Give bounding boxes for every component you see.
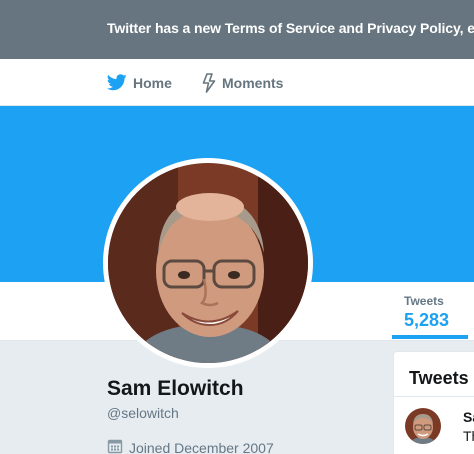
tweets-timeline-card: Tweets Sa Th xyxy=(393,351,474,454)
active-tab-indicator xyxy=(392,335,468,339)
avatar-photo xyxy=(108,163,308,363)
tos-banner[interactable]: Twitter has a new Terms of Service and P… xyxy=(0,0,474,59)
nav-home-label: Home xyxy=(133,74,172,91)
tweets-stat[interactable]: Tweets 5,283 xyxy=(404,294,462,331)
joined-date: Joined December 2007 xyxy=(107,438,274,454)
joined-date-text: Joined December 2007 xyxy=(129,439,274,454)
tweets-timeline-title: Tweets xyxy=(409,368,469,388)
tweets-stat-label: Tweets xyxy=(404,294,444,308)
tos-banner-text[interactable]: Twitter has a new Terms of Service and P… xyxy=(107,20,474,36)
top-nav: Home Moments xyxy=(0,59,474,106)
lightning-icon xyxy=(202,72,216,93)
tweets-stat-count: 5,283 xyxy=(404,310,450,330)
calendar-icon xyxy=(107,438,123,454)
profile-avatar[interactable] xyxy=(103,158,313,368)
tweets-timeline-divider xyxy=(394,396,474,397)
tweet-text: Th xyxy=(463,428,474,444)
nav-moments-label: Moments xyxy=(222,74,284,91)
twitter-bird-icon xyxy=(107,74,127,91)
tweet-author-name[interactable]: Sa xyxy=(463,409,474,425)
profile-handle[interactable]: @selowitch xyxy=(107,405,179,421)
profile-name[interactable]: Sam Elowitch xyxy=(107,377,244,401)
tweet-author-avatar[interactable] xyxy=(405,408,441,444)
nav-moments[interactable]: Moments xyxy=(202,59,283,106)
nav-home[interactable]: Home xyxy=(107,59,172,106)
profile-page: Twitter has a new Terms of Service and P… xyxy=(0,0,474,454)
